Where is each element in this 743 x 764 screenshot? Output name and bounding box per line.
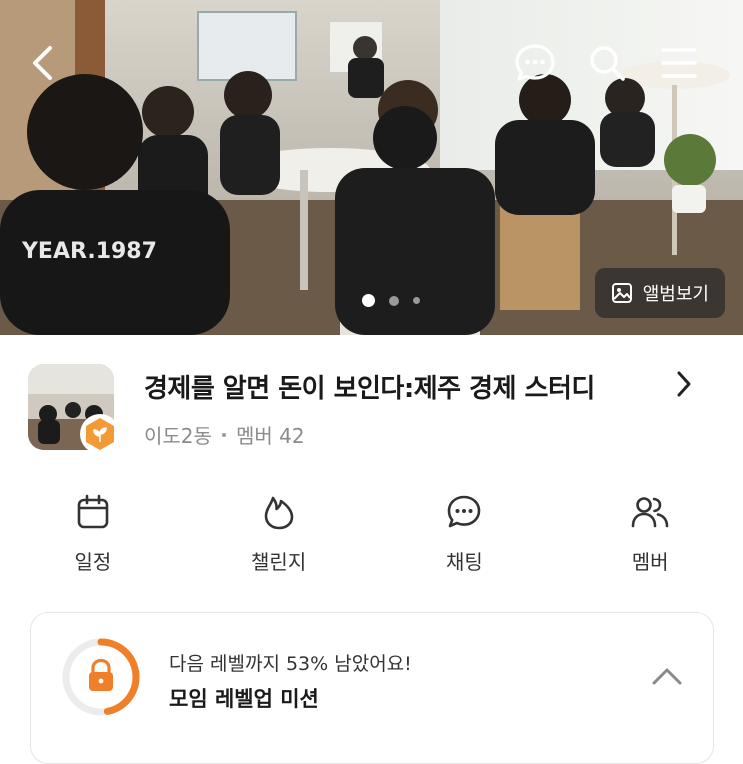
hero-photo[interactable]: YEAR.1987 앨범보기 — [0, 0, 743, 335]
slide-dot-active — [362, 294, 375, 307]
meta-separator — [221, 432, 226, 437]
image-icon — [611, 283, 632, 303]
group-location: 이도2동 — [144, 424, 212, 448]
album-button-label: 앨범보기 — [642, 284, 709, 305]
people-icon — [631, 497, 669, 528]
action-schedule-label: 일정 — [74, 550, 112, 574]
action-schedule[interactable]: 일정 — [0, 492, 186, 582]
sprout-level-icon — [86, 418, 114, 450]
slide-indicator — [362, 294, 420, 307]
group-detail-chevron[interactable] — [674, 370, 694, 402]
chevron-left-icon — [33, 46, 52, 80]
level-progress-ring — [61, 637, 141, 721]
mission-title: 모임 레벨업 미션 — [169, 687, 319, 711]
action-chat-label: 채팅 — [445, 550, 483, 574]
group-member-count: 멤버 42 — [235, 424, 305, 448]
menu-button[interactable] — [656, 40, 702, 86]
chevron-up-icon — [652, 668, 682, 685]
flame-icon — [264, 496, 293, 530]
chevron-right-icon — [677, 371, 691, 397]
calendar-icon — [77, 494, 109, 529]
action-chat[interactable]: 채팅 — [372, 492, 558, 582]
shirt-print-text: YEAR.1987 — [21, 239, 157, 264]
search-button[interactable] — [584, 40, 630, 86]
chat-bubble-icon — [448, 495, 481, 528]
chat-button[interactable] — [512, 40, 558, 86]
mission-collapse-button[interactable] — [649, 661, 685, 691]
action-members-label: 멤버 — [631, 550, 669, 574]
slide-dot — [389, 295, 399, 306]
action-challenge-label: 챌린지 — [251, 550, 307, 574]
group-actions: 일정 챌린지 채팅 멤버 — [0, 492, 743, 582]
levelup-mission-card[interactable]: 다음 레벨까지 53% 남았어요! 모임 레벨업 미션 — [30, 612, 714, 764]
level-badge — [80, 414, 120, 454]
back-button[interactable] — [20, 40, 66, 86]
lock-icon — [89, 658, 113, 691]
action-challenge[interactable]: 챌린지 — [186, 492, 372, 582]
hamburger-menu-icon — [661, 48, 697, 78]
action-members[interactable]: 멤버 — [557, 492, 743, 582]
group-title[interactable]: 경제를 알면 돈이 보인다:제주 경제 스터디 — [144, 368, 595, 405]
group-meta: 이도2동 멤버 42 — [144, 420, 305, 449]
search-icon — [590, 46, 625, 81]
mission-progress-text: 다음 레벨까지 53% 남았어요! — [169, 653, 412, 675]
chat-bubble-icon — [515, 44, 555, 81]
group-header[interactable]: 경제를 알면 돈이 보인다:제주 경제 스터디 이도2동 멤버 42 — [28, 364, 718, 454]
album-button[interactable]: 앨범보기 — [594, 268, 725, 318]
slide-dot — [413, 297, 420, 304]
